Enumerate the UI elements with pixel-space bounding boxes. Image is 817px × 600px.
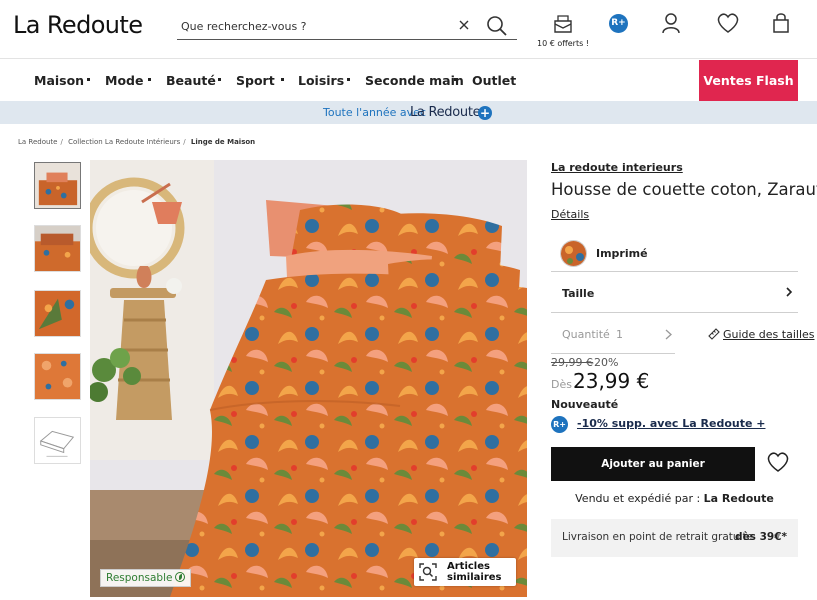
product-main-image[interactable]: Responsable Articles similaires xyxy=(90,160,527,597)
breadcrumb-separator: / xyxy=(183,138,186,146)
breadcrumb-current: Linge de Maison xyxy=(190,138,256,146)
ventes-flash-button[interactable]: Ventes Flash xyxy=(699,60,798,101)
breadcrumb-item[interactable]: La Redoute xyxy=(18,138,57,146)
nav-separator xyxy=(148,78,151,81)
gallery-thumbnail[interactable] xyxy=(34,353,81,400)
delivery-value: dès 39€* xyxy=(735,531,787,543)
main-nav: Maison Mode Beauté Sport Loisirs Seconde… xyxy=(0,58,817,101)
nav-item-seconde-main[interactable]: Seconde main xyxy=(365,73,464,88)
add-to-cart-button[interactable]: Ajouter au panier xyxy=(551,447,755,481)
heart-icon[interactable] xyxy=(716,12,740,34)
price-from-label: Dès xyxy=(551,378,572,391)
site-logo[interactable]: La Redoute xyxy=(13,11,143,39)
divider xyxy=(551,312,798,313)
delivery-label: Livraison en point de retrait gratuite xyxy=(562,531,754,543)
user-icon[interactable] xyxy=(661,12,681,34)
seller-name: La Redoute xyxy=(703,492,774,505)
nav-item-sport[interactable]: Sport xyxy=(236,73,275,88)
breadcrumb-item[interactable]: Collection La Redoute Intérieurs xyxy=(68,138,180,146)
gallery-thumbnail[interactable] xyxy=(34,290,81,337)
nav-separator xyxy=(218,78,221,81)
gallery-thumbnail[interactable] xyxy=(34,225,81,272)
divider xyxy=(551,271,798,272)
heart-icon[interactable] xyxy=(766,451,790,473)
new-badge: Nouveauté xyxy=(551,398,619,411)
responsable-badge[interactable]: Responsable xyxy=(100,569,192,587)
gift-icon[interactable] xyxy=(552,12,574,36)
responsable-label: Responsable xyxy=(106,572,173,584)
bag-icon[interactable] xyxy=(772,12,790,34)
quantity-underline xyxy=(551,353,675,354)
nav-item-mode[interactable]: Mode xyxy=(105,73,143,88)
nav-item-outlet[interactable]: Outlet xyxy=(472,73,516,88)
rplus-offer-link[interactable]: -10% supp. avec La Redoute + xyxy=(577,417,765,430)
quantity-label: Quantité xyxy=(562,328,610,341)
breadcrumb: La Redoute / Collection La Redoute Intéri… xyxy=(18,138,258,146)
close-icon[interactable] xyxy=(456,17,472,33)
product-title: Housse de couette coton, Zarautz xyxy=(551,180,817,199)
nav-item-maison[interactable]: Maison xyxy=(34,73,84,88)
nav-item-beaute[interactable]: Beauté xyxy=(166,73,216,88)
details-link[interactable]: Détails xyxy=(551,208,589,221)
variant-label: Imprimé xyxy=(596,247,648,260)
plus-icon: + xyxy=(478,106,492,120)
similar-items-button[interactable]: Articles similaires xyxy=(414,558,516,586)
brand-link[interactable]: La redoute interieurs xyxy=(551,161,683,174)
nav-separator xyxy=(281,78,284,81)
search-bar xyxy=(177,13,517,40)
size-label: Taille xyxy=(562,287,595,300)
delivery-info: Livraison en point de retrait gratuite d… xyxy=(551,519,798,557)
ruler-icon xyxy=(708,328,720,340)
promo-logo: La Redoute xyxy=(410,105,481,120)
site-header: La Redoute 10 € offerts ! R+ xyxy=(0,0,817,58)
nav-separator xyxy=(347,78,350,81)
gallery-thumbnail[interactable] xyxy=(34,417,81,464)
seller-prefix: Vendu et expédié par : xyxy=(575,492,701,505)
leaf-icon xyxy=(175,572,186,582)
seller-info: Vendu et expédié par : La Redoute xyxy=(551,492,798,505)
discount-badge: -20% xyxy=(590,356,619,369)
breadcrumb-separator: / xyxy=(60,138,63,146)
current-price: 23,99 € xyxy=(573,369,650,393)
rplus-icon: R+ xyxy=(551,416,568,433)
nav-separator xyxy=(454,78,457,81)
gift-caption[interactable]: 10 € offerts ! xyxy=(535,39,591,48)
promo-band[interactable]: Toute l'année avec La Redoute + xyxy=(0,101,817,124)
nav-separator xyxy=(87,78,90,81)
size-guide-link[interactable]: Guide des tailles xyxy=(723,328,815,341)
chevron-right-icon xyxy=(786,287,793,297)
nav-item-loisirs[interactable]: Loisirs xyxy=(298,73,344,88)
search-input[interactable] xyxy=(181,17,451,35)
visual-search-icon xyxy=(419,563,437,581)
color-swatch[interactable] xyxy=(560,240,587,267)
size-selector[interactable]: Taille xyxy=(551,273,798,312)
similar-items-label: Articles similaires xyxy=(447,561,502,583)
chevron-right-icon[interactable] xyxy=(664,329,673,340)
rplus-icon[interactable]: R+ xyxy=(609,14,628,33)
quantity-value[interactable]: 1 xyxy=(616,328,623,341)
old-price: 29,99 € xyxy=(551,356,593,369)
search-icon[interactable] xyxy=(486,15,508,37)
gallery-thumbnail[interactable] xyxy=(34,162,81,209)
